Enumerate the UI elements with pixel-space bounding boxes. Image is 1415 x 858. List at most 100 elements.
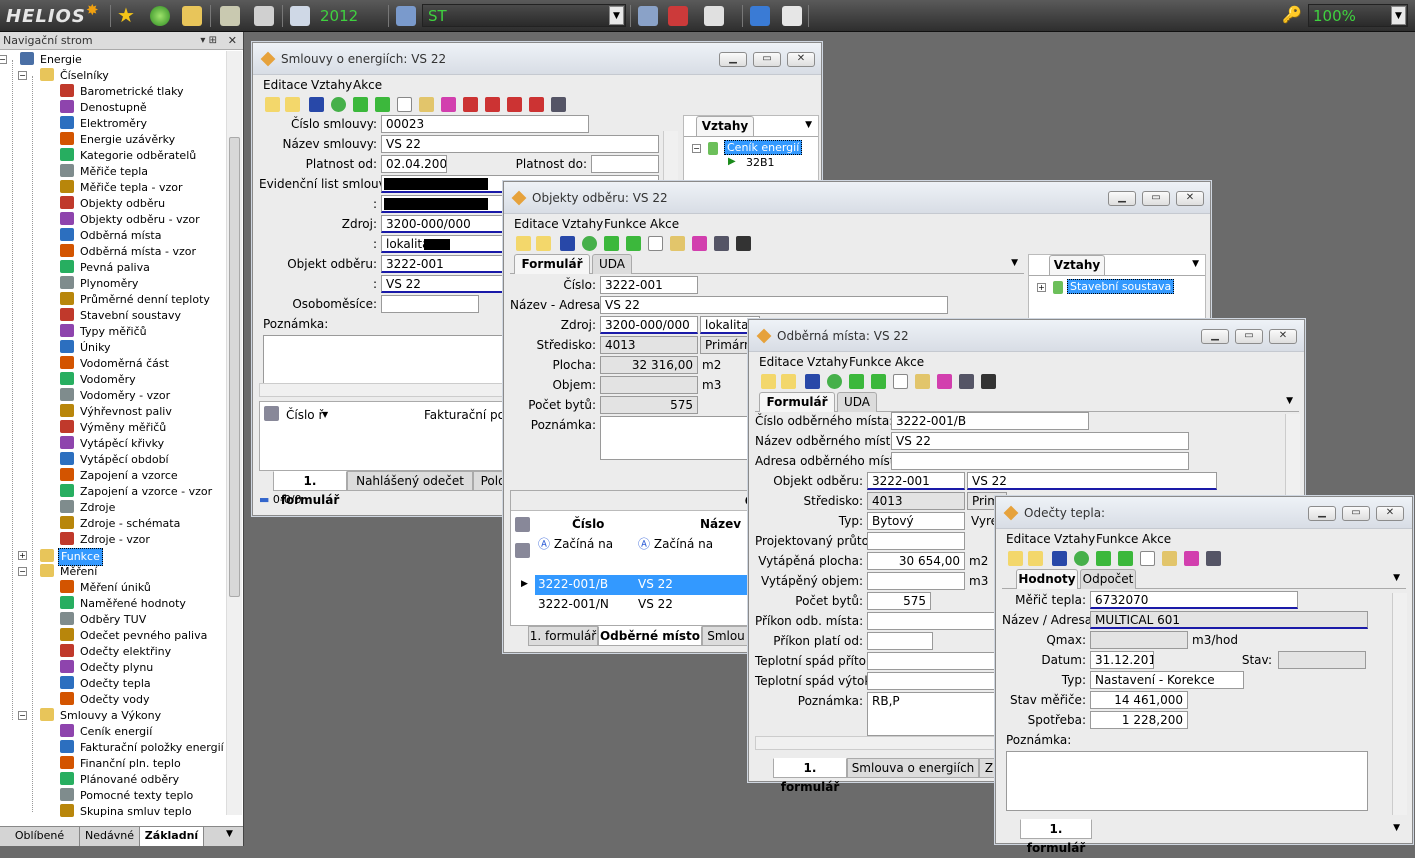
tree-node-contract-item[interactable]: Ceník energií	[60, 724, 154, 740]
menu-functions[interactable]: Funkce	[604, 217, 646, 231]
tab-form-1[interactable]: 1. formulář	[1020, 819, 1092, 855]
copy-new-icon[interactable]	[781, 374, 796, 389]
power-field[interactable]	[867, 612, 995, 630]
table-row[interactable]: VS 22	[635, 595, 757, 615]
grid-column-number[interactable]: Číslo	[569, 515, 629, 535]
tree-node-contract-item[interactable]: Finanční pln. teplo	[60, 756, 183, 772]
heated-area-field[interactable]: 30 654,00	[867, 552, 965, 570]
close-button[interactable]: ✕	[1269, 329, 1297, 344]
valid-to-field[interactable]	[591, 155, 659, 173]
chevron-down-icon[interactable]: ▼	[805, 120, 812, 130]
contract-name-field[interactable]: VS 22	[381, 135, 659, 153]
new-icon[interactable]	[265, 97, 280, 112]
copy-new-icon[interactable]	[285, 97, 300, 112]
link-icon[interactable]	[692, 236, 707, 251]
tools-icon[interactable]	[668, 6, 688, 26]
tab-favorites[interactable]: Oblíbené	[0, 827, 80, 846]
chevron-down-icon[interactable]: ▼	[1393, 573, 1400, 583]
arrow-down-icon[interactable]	[375, 97, 390, 112]
printer-icon[interactable]	[254, 6, 274, 26]
contract-number-field[interactable]: 00023	[381, 115, 589, 133]
tree-node-codebook-item[interactable]: Elektroměry	[60, 116, 149, 132]
arrow-up-icon[interactable]	[604, 236, 619, 251]
print-icon[interactable]	[551, 97, 566, 112]
filter-edit-icon[interactable]	[529, 97, 544, 112]
type-field[interactable]: Nastavení - Korekce	[1090, 671, 1244, 689]
tree-node-codebook-item[interactable]: Kategorie odběratelů	[60, 148, 198, 164]
expand-icon[interactable]: +	[1037, 283, 1046, 292]
tree-node-codebook-item[interactable]: Úniky	[60, 340, 113, 356]
menu-actions[interactable]: Akce	[895, 355, 924, 369]
tree-node-codebooks[interactable]: − Číselníky	[18, 68, 111, 84]
tree-node-codebook-item[interactable]: Výhřevnost paliv	[60, 404, 174, 420]
documents-icon[interactable]	[638, 6, 658, 26]
table-row[interactable]: 3222-001/B	[535, 575, 635, 595]
tree-node-measurement-item[interactable]: Měření úniků	[60, 580, 153, 596]
copy-new-icon[interactable]	[1028, 551, 1043, 566]
copy-new-icon[interactable]	[536, 236, 551, 251]
paste-icon[interactable]	[419, 97, 434, 112]
zoom-select[interactable]: 100% ▼	[1308, 4, 1408, 27]
menu-relations[interactable]: Vztahy	[1054, 532, 1095, 546]
filter-name[interactable]: Ⓐ Začíná na	[635, 535, 755, 555]
menu-actions[interactable]: Akce	[1142, 532, 1171, 546]
refresh-icon[interactable]	[1074, 551, 1089, 566]
zoom-icon[interactable]: 🔑	[1282, 5, 1302, 24]
tree-node-codebook-item[interactable]: Vytápěcí období	[60, 452, 171, 468]
tree-node-codebook-item[interactable]: Plynoměry	[60, 276, 140, 292]
area-field[interactable]: 32 316,00	[600, 356, 698, 374]
copy-icon[interactable]	[648, 236, 663, 251]
arrow-up-icon[interactable]	[1096, 551, 1111, 566]
heated-volume-field[interactable]	[867, 572, 965, 590]
menu-relations[interactable]: Vztahy	[562, 217, 603, 231]
relation-price-list[interactable]: Ceník energií	[724, 140, 803, 155]
paste-icon[interactable]	[915, 374, 930, 389]
temp-inflow-field[interactable]	[867, 652, 995, 670]
collapse-icon[interactable]: −	[18, 567, 27, 576]
tree-node-codebook-item[interactable]: Zdroje	[60, 500, 117, 516]
window-titlebar[interactable]: Odečty tepla: ▁ ▭ ✕	[996, 497, 1412, 529]
filter-number[interactable]: Ⓐ Začíná na	[535, 535, 631, 555]
status-field[interactable]	[1278, 651, 1366, 669]
qmax-field[interactable]	[1090, 631, 1188, 649]
tree-node-codebook-item[interactable]: Barometrické tlaky	[60, 84, 186, 100]
tree-node-codebook-item[interactable]: Vodoměry	[60, 372, 138, 388]
pin-icon[interactable]: ▾ ⊞	[200, 32, 217, 49]
filter-remove-icon[interactable]	[507, 97, 522, 112]
sync-icon[interactable]	[750, 6, 770, 26]
valid-from-field[interactable]: 02.04.2002	[381, 155, 447, 173]
calendar-icon[interactable]	[290, 6, 310, 26]
menu-functions[interactable]: Funkce	[1096, 532, 1138, 546]
new-icon[interactable]	[516, 236, 531, 251]
maximize-button[interactable]: ▭	[1342, 506, 1370, 521]
tab-form[interactable]: Formulář	[514, 254, 590, 274]
date-field[interactable]: 31.12.2011	[1090, 651, 1154, 669]
tree-node-codebook-item[interactable]: Objekty odběru	[60, 196, 167, 212]
tree-node-contract-item[interactable]: Pomocné texty teplo	[60, 788, 195, 804]
source-field[interactable]: 3200-000/000	[600, 316, 698, 334]
minimize-button[interactable]: ▁	[719, 52, 747, 67]
type-field[interactable]: Bytový	[867, 512, 965, 530]
tree-node-energy[interactable]: − Energie	[0, 52, 84, 68]
maximize-button[interactable]: ▭	[1235, 329, 1263, 344]
close-button[interactable]: ✕	[1376, 506, 1404, 521]
chevron-down-icon[interactable]: ▼	[226, 829, 233, 839]
meter-state-field[interactable]: 14 461,000	[1090, 691, 1188, 709]
tab-form-1[interactable]: 1. formulář	[273, 471, 347, 507]
tree-node-measurement-item[interactable]: Odečet pevného paliva	[60, 628, 209, 644]
organization-select[interactable]: ST ▼	[422, 4, 626, 27]
point-address-field[interactable]	[891, 452, 1189, 470]
collapse-icon[interactable]: −	[692, 144, 701, 153]
tree-node-codebook-item[interactable]: Odběrná místa	[60, 228, 164, 244]
temp-outflow-field[interactable]	[867, 672, 995, 690]
tree-node-codebook-item[interactable]: Odběrná místa - vzor	[60, 244, 198, 260]
chevron-down-icon[interactable]: ▼	[1192, 259, 1199, 269]
chevron-down-icon[interactable]: ▼	[1393, 823, 1400, 833]
copy-icon[interactable]	[893, 374, 908, 389]
menu-actions[interactable]: Akce	[353, 78, 382, 92]
tab-energy-contract[interactable]: Smlouva o energiích	[847, 758, 979, 778]
close-icon[interactable]: ✕	[228, 32, 237, 49]
volume-field[interactable]	[600, 376, 698, 394]
print-icon[interactable]	[959, 374, 974, 389]
collapse-icon[interactable]: −	[0, 55, 7, 64]
